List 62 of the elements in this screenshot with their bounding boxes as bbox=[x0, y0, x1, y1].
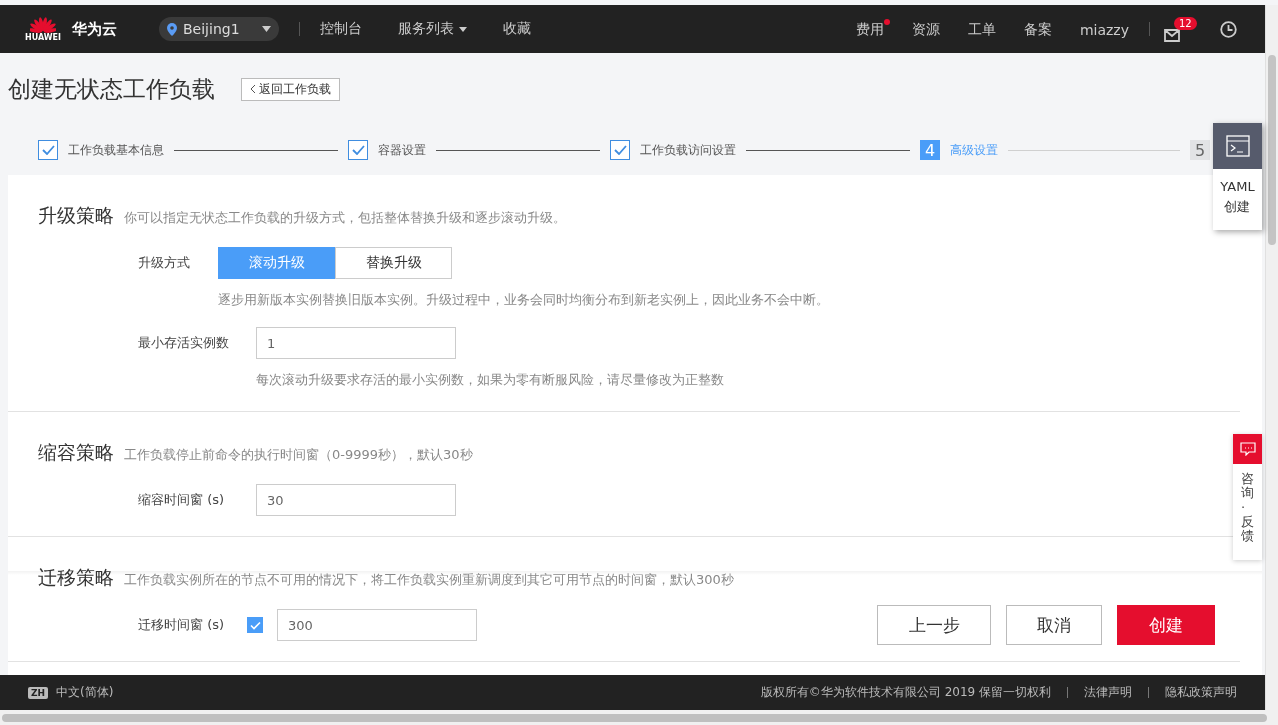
page-title: 创建无状态工作负载 bbox=[8, 74, 215, 104]
nav-link[interactable]: 控制台 bbox=[320, 20, 362, 38]
brand-name: 华为云 bbox=[72, 19, 117, 39]
check-icon bbox=[249, 620, 261, 630]
field-label: 迁移时间窗 (s) bbox=[138, 616, 226, 634]
footer-link[interactable]: 隐私政策声明 bbox=[1165, 684, 1237, 701]
step-label: 工作负载访问设置 bbox=[640, 141, 736, 159]
step-label: 容器设置 bbox=[378, 141, 426, 159]
nav-link[interactable]: 服务列表 bbox=[398, 20, 467, 38]
nav-link[interactable]: 收藏 bbox=[503, 20, 531, 38]
logo-icon bbox=[30, 16, 56, 33]
nav-link[interactable]: 工单 bbox=[967, 19, 1002, 39]
section-title: 升级策略 bbox=[38, 203, 114, 228]
clock-icon[interactable] bbox=[1220, 20, 1237, 38]
back-button[interactable]: 返回工作负载 bbox=[241, 77, 340, 101]
region-selector[interactable]: Beijing1 bbox=[159, 17, 279, 41]
check-icon bbox=[351, 145, 365, 155]
field-label: 最小存活实例数 bbox=[138, 334, 230, 352]
input-field[interactable]: 30 bbox=[256, 484, 456, 516]
nav-link[interactable]: 备案 bbox=[1023, 19, 1058, 39]
language-badge: ZH bbox=[28, 686, 49, 699]
nav-link[interactable]: miazzy bbox=[1079, 20, 1135, 38]
terminal-icon bbox=[1225, 135, 1250, 157]
vertical-scrollbar[interactable] bbox=[1265, 5, 1278, 710]
checkbox[interactable] bbox=[247, 617, 263, 633]
nav-link[interactable]: 费用 bbox=[855, 19, 890, 39]
section-title: 迁移策略 bbox=[38, 565, 114, 590]
input-field[interactable]: 1 bbox=[256, 327, 456, 359]
check-icon bbox=[41, 145, 55, 155]
count-badge: 12 bbox=[1174, 16, 1197, 30]
help-text: 逐步用新版本实例替换旧版本实例。升级过程中，业务会同时均衡分布到新老实例上，因此业务不会中断。 bbox=[218, 291, 830, 309]
logo-text: HUAWEI bbox=[25, 33, 62, 42]
chevron-left-icon bbox=[250, 84, 256, 94]
section-description: 工作负载停止前命令的执行时间窗（0-9999秒），默认30秒 bbox=[124, 446, 473, 464]
section-title: 缩容策略 bbox=[38, 440, 114, 465]
step-number: 4 bbox=[920, 140, 940, 160]
upgrade-mode-option[interactable]: 替换升级 bbox=[335, 247, 452, 279]
caret-icon bbox=[262, 26, 271, 32]
action-button[interactable]: 取消 bbox=[1006, 605, 1102, 645]
mail-icon[interactable] bbox=[1164, 28, 1180, 42]
horizontal-scrollbar[interactable] bbox=[0, 710, 1278, 725]
language-link[interactable]: 中文(简体) bbox=[56, 684, 114, 701]
help-text: 每次滚动升级要求存活的最小实例数，如果为零有断服风险，请尽量修改为正整数 bbox=[256, 371, 725, 389]
yaml-create-button[interactable]: YAML 创建 bbox=[1213, 123, 1262, 230]
feedback-button[interactable]: 咨询·反馈 bbox=[1233, 434, 1262, 560]
step-label: 高级设置 bbox=[950, 141, 998, 159]
location-pin-icon bbox=[167, 22, 177, 36]
copyright-text: 版权所有©华为软件技术有限公司 2019 保留一切权利 bbox=[760, 684, 1051, 701]
section-description: 你可以指定无状态工作负载的升级方式，包括整体替换升级和逐步滚动升级。 bbox=[124, 209, 566, 227]
section-description: 工作负载实例所在的节点不可用的情况下，将工作负载实例重新调度到其它可用节点的时间窗，默认300秒 bbox=[124, 571, 734, 589]
nav-link[interactable]: 资源 bbox=[911, 19, 946, 39]
field-label: 升级方式 bbox=[138, 254, 191, 272]
action-button[interactable]: 上一步 bbox=[877, 605, 991, 645]
create-button[interactable]: 创建 bbox=[1117, 605, 1215, 645]
footer-link[interactable]: 法律声明 bbox=[1084, 684, 1132, 701]
field-label: 缩容时间窗 (s) bbox=[138, 491, 226, 509]
caret-icon bbox=[459, 26, 467, 32]
check-icon bbox=[613, 145, 627, 155]
chat-icon bbox=[1239, 442, 1256, 456]
step-number: 5 bbox=[1190, 140, 1210, 160]
input-field[interactable]: 300 bbox=[277, 609, 477, 641]
step-label: 工作负载基本信息 bbox=[68, 141, 164, 159]
